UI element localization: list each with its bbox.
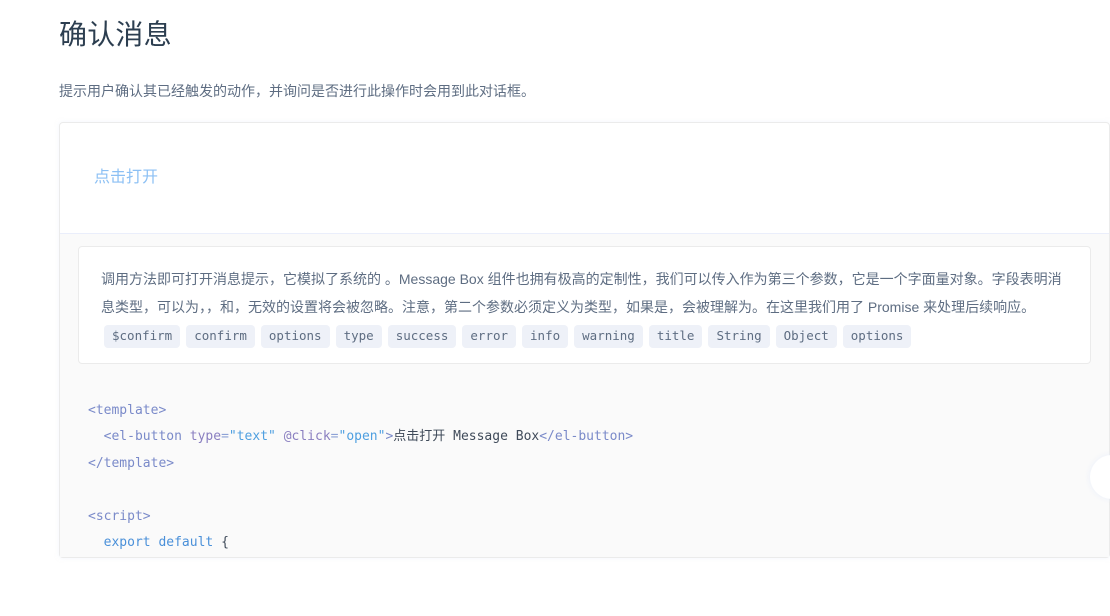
inline-code-token: info	[522, 324, 569, 348]
code-token: <el-button	[103, 429, 182, 445]
demo-block: 点击打开 调用方法即可打开消息提示，它模拟了系统的 。Message Box 组…	[59, 121, 1110, 558]
code-token: 点击打开 Message Box	[393, 429, 540, 445]
code-token: {	[221, 535, 229, 551]
code-token: @click	[283, 429, 331, 445]
demo-meta-area: 调用方法即可打开消息提示，它模拟了系统的 。Message Box 组件也拥有极…	[60, 232, 1109, 557]
demo-code-block: <template> <el-button type="text" @click…	[60, 363, 1109, 557]
inline-code-token: type	[335, 324, 382, 348]
code-token: =	[221, 429, 229, 445]
code-token: =	[330, 429, 339, 445]
code-token: type	[189, 429, 222, 445]
demo-description-text: 调用方法即可打开消息提示，它模拟了系统的 。Message Box 组件也拥有极…	[101, 270, 1062, 315]
inline-code-token: warning	[574, 324, 643, 348]
open-message-box-button[interactable]: 点击打开	[94, 169, 158, 186]
inline-code-token: error	[462, 324, 517, 348]
code-token: default	[158, 535, 214, 551]
inline-code-token: options	[842, 324, 912, 348]
inline-code-token: confirm	[186, 324, 255, 348]
code-snippet: <template> <el-button type="text" @click…	[60, 380, 1109, 557]
inline-code-token: $confirm	[104, 324, 181, 348]
code-token: </template>	[88, 455, 175, 471]
inline-code-token: success	[387, 324, 457, 348]
page-root: 确认消息 提示用户确认其已经触发的动作，并询问是否进行此操作时会用到此对话框。 …	[0, 0, 1110, 616]
code-token: "text"	[228, 429, 276, 445]
code-token: <script>	[88, 508, 151, 524]
inline-code-token: String	[708, 324, 770, 348]
inline-code-token: Object	[775, 324, 837, 348]
page-content: 确认消息 提示用户确认其已经触发的动作，并询问是否进行此操作时会用到此对话框。 …	[0, 0, 1110, 558]
inline-code-token-list: $confirm confirm options type success error in…	[101, 324, 914, 348]
code-token: <template>	[88, 402, 167, 418]
code-token: </el-button>	[539, 429, 634, 445]
demo-preview-area: 点击打开	[60, 123, 1109, 233]
page-title: 确认消息	[59, 19, 172, 50]
demo-description: 调用方法即可打开消息提示，它模拟了系统的 。Message Box 组件也拥有极…	[78, 245, 1091, 364]
page-description: 提示用户确认其已经触发的动作，并询问是否进行此操作时会用到此对话框。	[59, 82, 535, 99]
inline-code-token: title	[648, 324, 703, 348]
code-token: "open"	[338, 429, 386, 445]
inline-code-token: options	[260, 324, 330, 348]
code-token: export	[103, 535, 151, 551]
